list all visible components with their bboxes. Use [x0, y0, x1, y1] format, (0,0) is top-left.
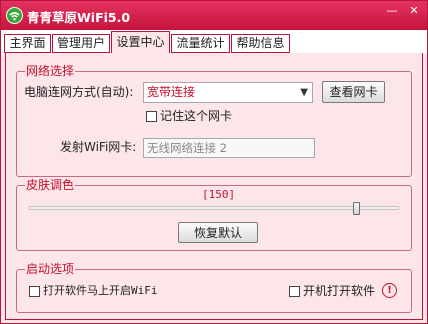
view-adapter-button[interactable]: 查看网卡 — [322, 81, 385, 103]
skin-slider-thumb[interactable] — [352, 202, 360, 215]
tab-bar: 主界面 管理用户 设置中心 流量统计 帮助信息 — [1, 30, 427, 54]
skin-slider-track[interactable] — [29, 206, 399, 210]
exclamation-icon[interactable]: ! — [382, 283, 397, 298]
skin-group: 皮肤调色 [150] 恢复默认 — [16, 178, 412, 251]
tab-help[interactable]: 帮助信息 — [231, 34, 290, 53]
close-button[interactable]: ✕ — [405, 4, 423, 18]
adapter-select-value: 宽带连接 — [147, 85, 196, 99]
autostart-wifi-label: 打开软件马上开启WiFi — [43, 284, 158, 297]
minimize-button[interactable]: — — [383, 4, 401, 18]
settings-panel: 网络选择 电脑连网方式(自动): 宽带连接 ▼ 查看网卡 记住这个网卡 发射Wi… — [5, 53, 423, 320]
window-title: 青青草原WiFi5.0 — [27, 10, 131, 25]
transmit-adapter-label: 发射WiFi网卡: — [60, 140, 137, 154]
tab-settings[interactable]: 设置中心 — [111, 31, 170, 53]
chevron-down-icon: ▼ — [300, 87, 308, 98]
adapter-select[interactable]: 宽带连接 ▼ — [143, 82, 313, 103]
startup-group: 启动选项 打开软件马上开启WiFi 开机打开软件 ! — [16, 262, 412, 313]
tab-manage-users[interactable]: 管理用户 — [52, 34, 110, 53]
transmit-adapter-field[interactable]: 无线网络连接 2 — [143, 138, 315, 158]
wifi-icon — [6, 7, 23, 24]
reset-default-button[interactable]: 恢复默认 — [178, 222, 258, 243]
tab-traffic-stats[interactable]: 流量统计 — [171, 34, 230, 53]
startup-legend: 启动选项 — [25, 262, 76, 276]
remember-adapter-label: 记住这个网卡 — [160, 109, 233, 123]
app-window: 青青草原WiFi5.0 — ✕ 主界面 管理用户 设置中心 流量统计 帮助信息 … — [0, 0, 428, 324]
boot-open-checkbox[interactable] — [289, 286, 300, 297]
autostart-wifi-checkbox[interactable] — [29, 286, 40, 297]
boot-open-label: 开机打开软件 — [303, 284, 376, 298]
adapter-label: 电脑连网方式(自动): — [24, 85, 134, 99]
title-bar[interactable]: 青青草原WiFi5.0 — ✕ — [1, 1, 427, 30]
remember-adapter-checkbox[interactable] — [146, 111, 157, 122]
network-group: 网络选择 电脑连网方式(自动): 宽带连接 ▼ 查看网卡 记住这个网卡 发射Wi… — [16, 64, 412, 177]
network-legend: 网络选择 — [25, 64, 76, 78]
skin-legend: 皮肤调色 — [25, 178, 76, 192]
skin-value: [150] — [202, 188, 236, 201]
tab-main[interactable]: 主界面 — [4, 34, 51, 53]
